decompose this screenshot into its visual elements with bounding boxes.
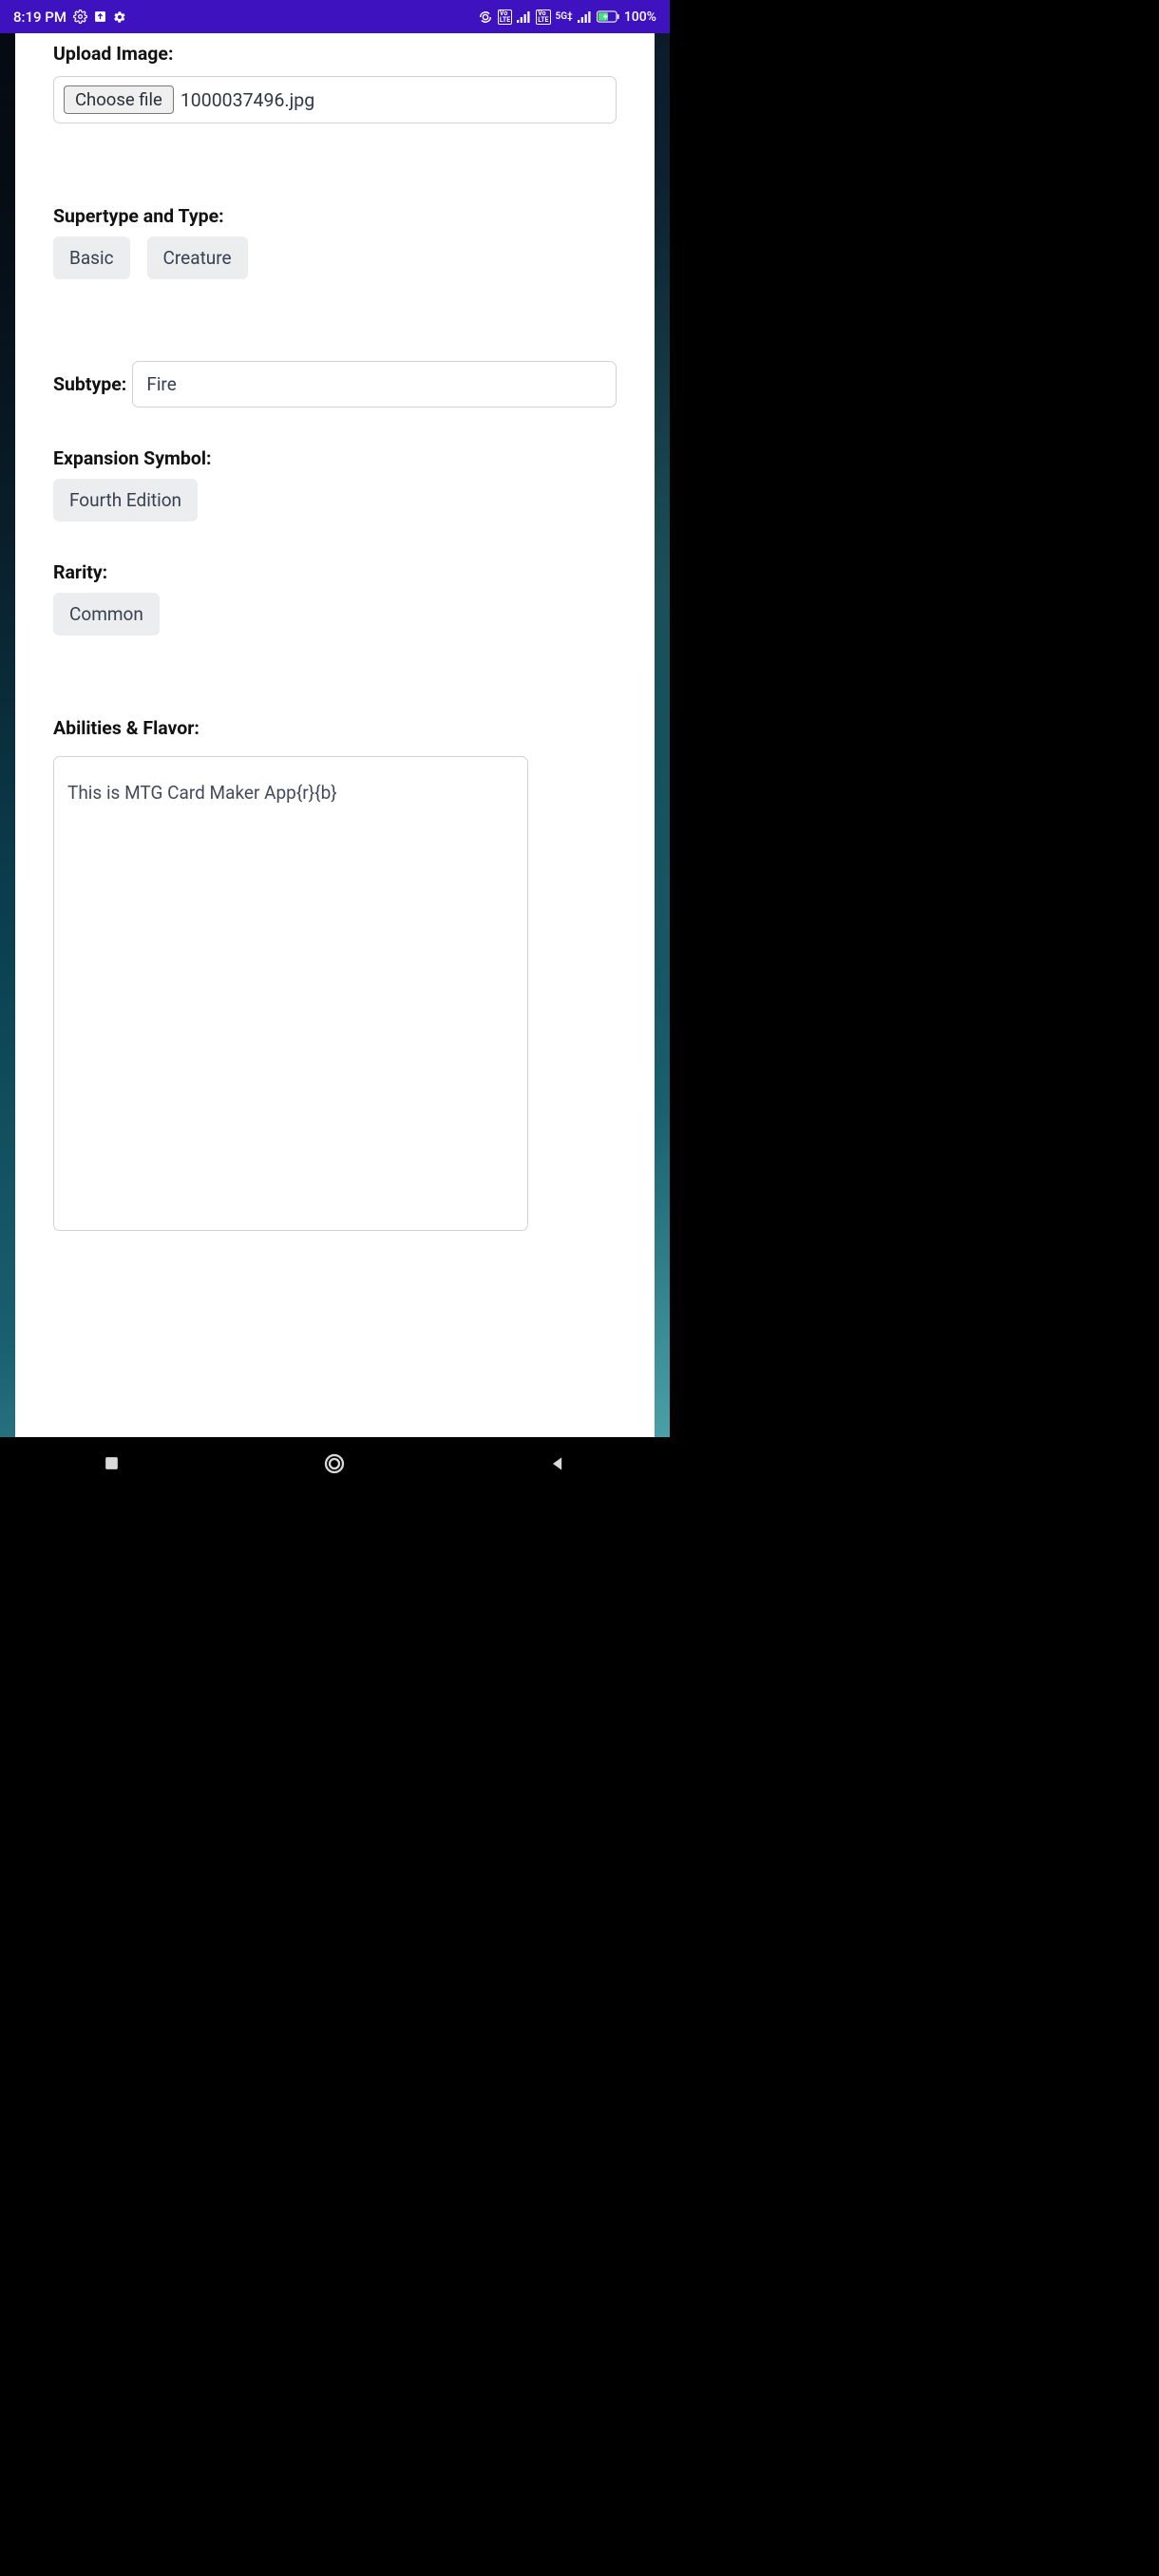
abilities-textarea-wrap[interactable] [53,756,528,1231]
subtype-group: Subtype: [53,361,617,407]
file-picker[interactable]: Choose file 1000037496.jpg [53,76,617,123]
settings-icon [113,10,126,24]
rarity-select[interactable]: Common [53,593,160,635]
volte-badge-icon: VoLTE [498,9,512,25]
sync-icon [478,9,493,25]
abilities-group: Abilities & Flavor: [53,717,617,1231]
expansion-group: Expansion Symbol: Fourth Edition [53,447,617,521]
android-nav-bar [0,1437,670,1489]
choose-file-button[interactable]: Choose file [64,85,174,114]
gear-outline-icon [73,9,87,24]
back-button[interactable] [447,1454,669,1473]
status-bar: 8:19 PM VoLTE VoLTE 5G‡ 100% [0,0,670,33]
volte-badge-icon-2: VoLTE [536,9,550,25]
supertype-type-label: Supertype and Type: [53,205,617,227]
form-card: Upload Image: Choose file 1000037496.jpg… [15,33,655,1437]
home-button[interactable] [224,1452,446,1475]
subtype-input[interactable] [132,361,617,407]
battery-percent: 100% [624,9,656,25]
type-select[interactable]: Creature [147,237,248,279]
rarity-group: Rarity: Common [53,561,617,635]
supertype-type-group: Supertype and Type: Basic Creature [53,205,617,279]
abilities-textarea[interactable] [67,781,514,1206]
network-type: 5G‡ [556,11,573,22]
signal-icon [517,11,531,23]
background-area: Upload Image: Choose file 1000037496.jpg… [0,33,670,1437]
upload-image-group: Upload Image: Choose file 1000037496.jpg [53,43,617,123]
chosen-filename: 1000037496.jpg [180,89,314,111]
recent-apps-button[interactable] [1,1454,222,1472]
supertype-select[interactable]: Basic [53,237,130,279]
upload-badge-icon [94,10,106,23]
status-left: 8:19 PM [13,9,126,26]
status-time: 8:19 PM [13,9,66,26]
abilities-label: Abilities & Flavor: [53,717,617,739]
battery-charging-icon [597,10,619,23]
subtype-label: Subtype: [53,373,126,395]
rarity-label: Rarity: [53,561,617,583]
upload-image-label: Upload Image: [53,43,617,65]
expansion-label: Expansion Symbol: [53,447,617,469]
status-right: VoLTE VoLTE 5G‡ 100% [478,9,656,25]
signal-icon-2 [578,11,592,23]
expansion-select[interactable]: Fourth Edition [53,479,198,521]
